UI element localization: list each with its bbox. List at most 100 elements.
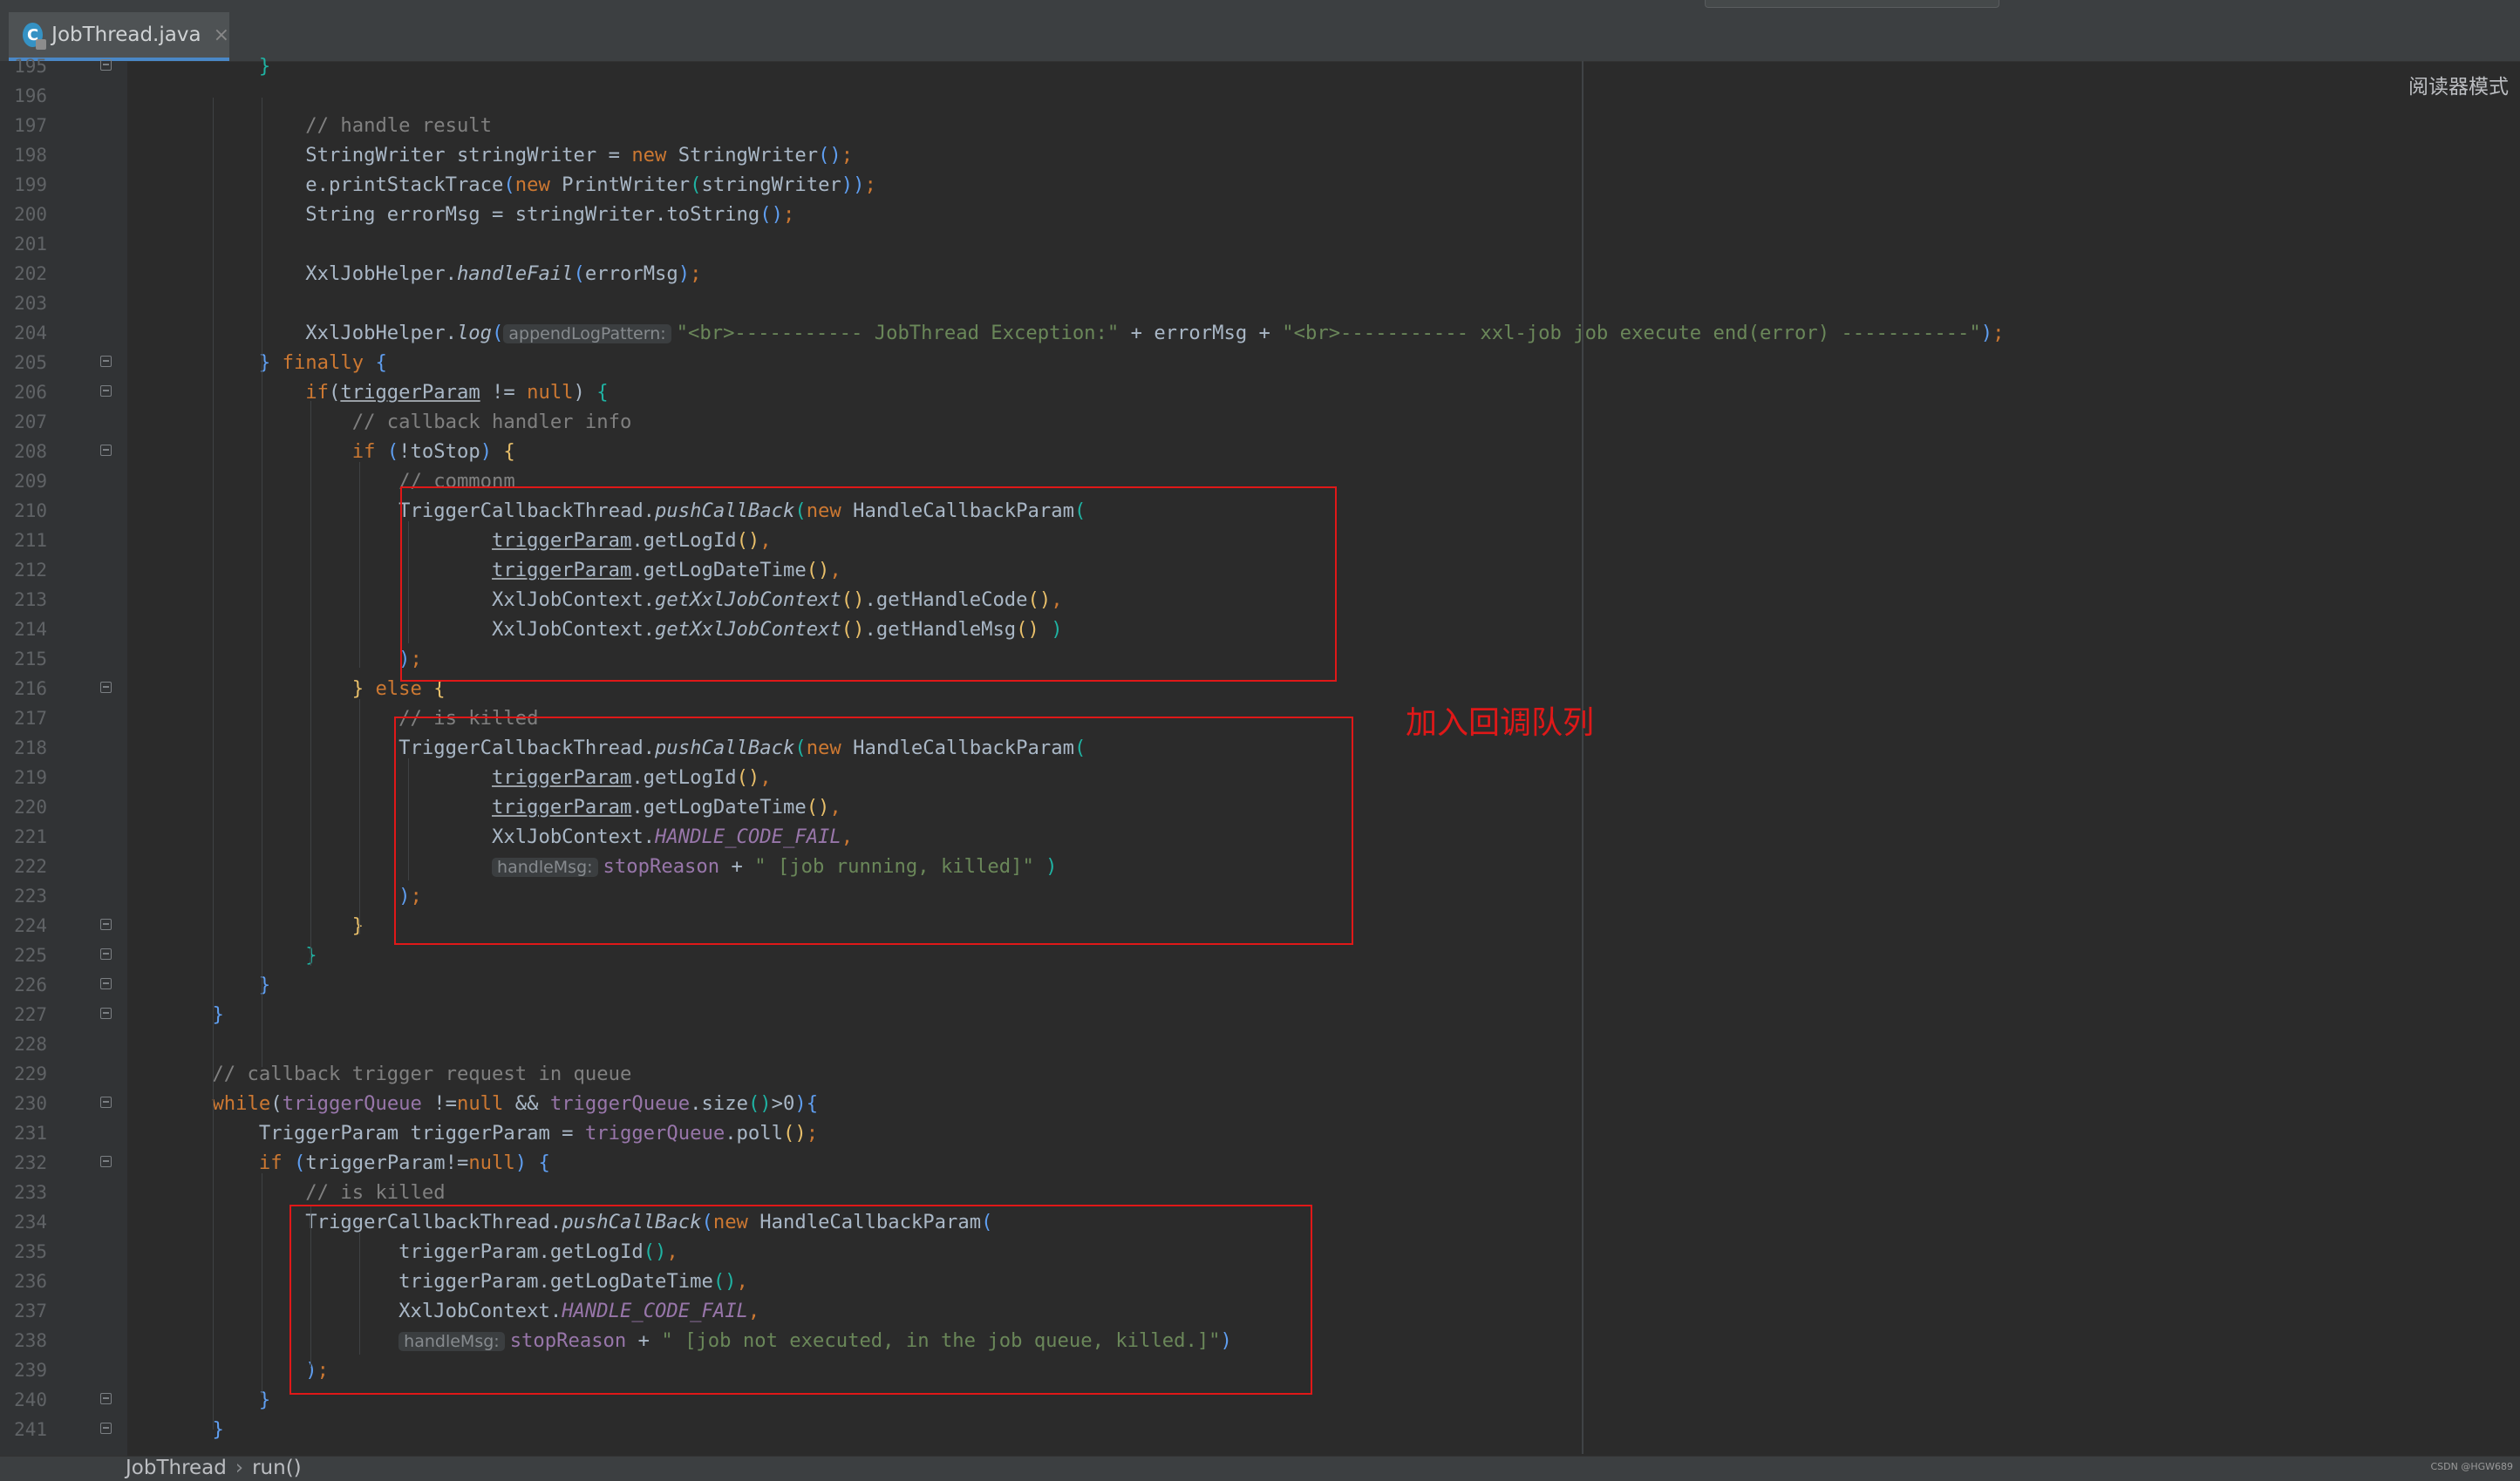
code-line[interactable]: 205 } finally { xyxy=(0,348,2520,377)
line-number[interactable]: 220 xyxy=(0,792,47,822)
line-number[interactable]: 219 xyxy=(0,763,47,792)
line-number[interactable]: 227 xyxy=(0,1000,47,1029)
line-number[interactable]: 211 xyxy=(0,526,47,555)
line-number[interactable]: 214 xyxy=(0,615,47,644)
line-number[interactable]: 212 xyxy=(0,555,47,585)
code-text: } finally { xyxy=(166,348,387,377)
code-text: } xyxy=(166,970,270,1000)
line-number[interactable]: 239 xyxy=(0,1355,47,1385)
code-line[interactable]: 233 // is killed xyxy=(0,1178,2520,1207)
code-token: "<br>----------- xxl-job job execute end… xyxy=(1282,322,1981,344)
line-number[interactable]: 233 xyxy=(0,1178,47,1207)
code-line[interactable]: 197 // handle result xyxy=(0,111,2520,140)
breadcrumb-method[interactable]: run() xyxy=(252,1457,302,1479)
code-token: stringWriter xyxy=(701,173,841,196)
line-number[interactable]: 229 xyxy=(0,1059,47,1089)
line-number[interactable]: 200 xyxy=(0,200,47,229)
line-number[interactable]: 222 xyxy=(0,852,47,881)
line-number[interactable]: 210 xyxy=(0,496,47,526)
line-number[interactable]: 197 xyxy=(0,111,47,140)
code-line[interactable]: 208 if (!toStop) { xyxy=(0,437,2520,466)
line-number[interactable]: 205 xyxy=(0,348,47,377)
fold-marker-icon[interactable] xyxy=(100,1423,112,1434)
line-number[interactable]: 199 xyxy=(0,170,47,200)
line-number[interactable]: 221 xyxy=(0,822,47,852)
line-number[interactable]: 224 xyxy=(0,911,47,941)
code-line[interactable]: 196 xyxy=(0,81,2520,111)
code-token: { xyxy=(806,1092,819,1115)
tab-close-icon[interactable]: × xyxy=(214,24,229,46)
line-number[interactable]: 209 xyxy=(0,466,47,496)
code-line[interactable]: 201 xyxy=(0,229,2520,259)
line-number[interactable]: 203 xyxy=(0,289,47,318)
code-line[interactable]: 204 XxlJobHelper.log(appendLogPattern: "<… xyxy=(0,318,2520,348)
code-line[interactable]: 202 XxlJobHelper.handleFail(errorMsg); xyxy=(0,259,2520,289)
code-token: ( xyxy=(386,440,399,463)
line-number[interactable]: 195 xyxy=(0,51,47,81)
breadcrumb-class[interactable]: JobThread xyxy=(126,1457,227,1479)
line-number[interactable]: 236 xyxy=(0,1267,47,1296)
line-number[interactable]: 198 xyxy=(0,140,47,170)
code-line[interactable]: 203 xyxy=(0,289,2520,318)
line-number[interactable]: 217 xyxy=(0,703,47,733)
line-number[interactable]: 240 xyxy=(0,1385,47,1415)
line-number[interactable]: 228 xyxy=(0,1029,47,1059)
code-token: { xyxy=(538,1152,550,1174)
line-number[interactable]: 223 xyxy=(0,881,47,911)
line-number[interactable]: 218 xyxy=(0,733,47,763)
code-line[interactable]: 232 if (triggerParam!=null) { xyxy=(0,1148,2520,1178)
code-line[interactable]: 241 } xyxy=(0,1415,2520,1444)
line-number[interactable]: 206 xyxy=(0,377,47,407)
line-number[interactable]: 237 xyxy=(0,1296,47,1326)
line-number[interactable]: 208 xyxy=(0,437,47,466)
code-line[interactable]: 227 } xyxy=(0,1000,2520,1029)
line-number[interactable]: 201 xyxy=(0,229,47,259)
line-number[interactable]: 216 xyxy=(0,674,47,703)
line-number[interactable]: 231 xyxy=(0,1118,47,1148)
code-text: // handle result xyxy=(166,111,492,140)
fold-marker-icon[interactable] xyxy=(100,445,112,456)
line-number[interactable]: 232 xyxy=(0,1148,47,1178)
line-number[interactable]: 235 xyxy=(0,1237,47,1267)
fold-marker-icon[interactable] xyxy=(100,682,112,693)
code-line[interactable]: 229 // callback trigger request in queue xyxy=(0,1059,2520,1089)
code-line[interactable]: 230 while(triggerQueue !=null && trigger… xyxy=(0,1089,2520,1118)
line-number[interactable]: 226 xyxy=(0,970,47,1000)
code-line[interactable]: 199 e.printStackTrace(new PrintWriter(st… xyxy=(0,170,2520,200)
code-line[interactable]: 228 xyxy=(0,1029,2520,1059)
fold-marker-icon[interactable] xyxy=(100,1156,112,1167)
code-line[interactable]: 206 if(triggerParam != null) { xyxy=(0,377,2520,407)
line-number[interactable]: 213 xyxy=(0,585,47,615)
fold-marker-icon[interactable] xyxy=(100,385,112,397)
code-token: handleFail xyxy=(456,262,574,285)
line-number[interactable]: 196 xyxy=(0,81,47,111)
fold-marker-icon[interactable] xyxy=(100,919,112,930)
line-number[interactable]: 238 xyxy=(0,1326,47,1355)
line-number[interactable]: 202 xyxy=(0,259,47,289)
code-line[interactable]: 195 } xyxy=(0,51,2520,81)
line-number[interactable]: 225 xyxy=(0,941,47,970)
line-number[interactable]: 204 xyxy=(0,318,47,348)
line-number[interactable]: 241 xyxy=(0,1415,47,1444)
reader-mode-button[interactable]: 阅读器模式 xyxy=(2408,70,2509,99)
code-line[interactable]: 207 // callback handler info xyxy=(0,407,2520,437)
fold-marker-icon[interactable] xyxy=(100,1008,112,1019)
fold-marker-icon[interactable] xyxy=(100,1097,112,1108)
line-number[interactable]: 234 xyxy=(0,1207,47,1237)
fold-marker-icon[interactable] xyxy=(100,59,112,71)
code-line[interactable]: 225 } xyxy=(0,941,2520,970)
line-number[interactable]: 230 xyxy=(0,1089,47,1118)
fold-marker-icon[interactable] xyxy=(100,978,112,989)
fold-marker-icon[interactable] xyxy=(100,948,112,960)
line-number[interactable]: 207 xyxy=(0,407,47,437)
code-line[interactable]: 200 String errorMsg = stringWriter.toStr… xyxy=(0,200,2520,229)
fold-marker-icon[interactable] xyxy=(100,356,112,367)
code-line[interactable]: 198 StringWriter stringWriter = new Stri… xyxy=(0,140,2520,170)
search-everywhere-field[interactable] xyxy=(1705,0,1999,8)
code-line[interactable]: 231 TriggerParam triggerParam = triggerQ… xyxy=(0,1118,2520,1148)
code-line[interactable]: 226 } xyxy=(0,970,2520,1000)
line-number[interactable]: 215 xyxy=(0,644,47,674)
fold-marker-icon[interactable] xyxy=(100,1393,112,1404)
